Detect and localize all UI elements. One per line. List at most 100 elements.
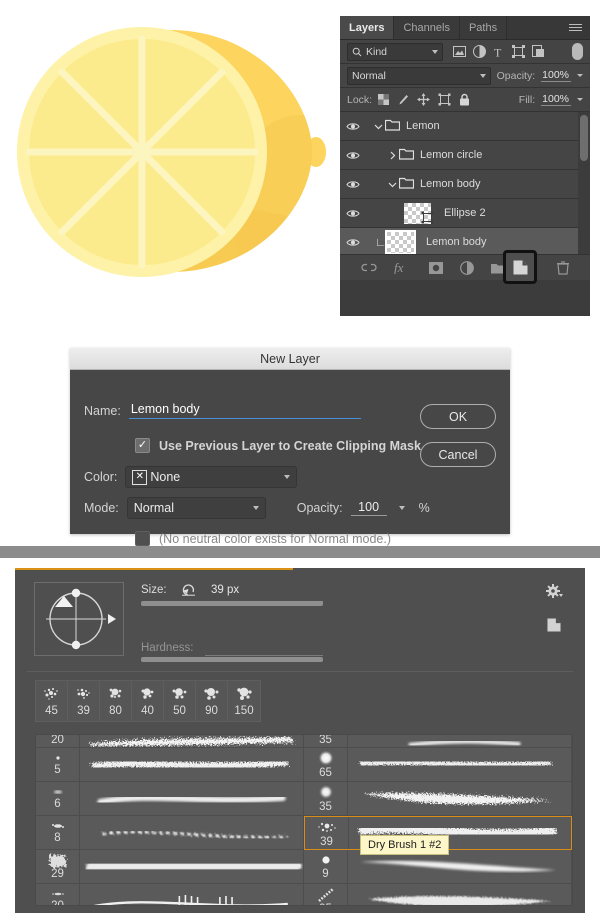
hardness-slider-track[interactable] (141, 657, 323, 662)
brush-list-item[interactable]: 20 (36, 884, 304, 905)
mode-field-row[interactable]: Mode: Normal Opacity: 100 % (84, 497, 430, 519)
adjustment-icon[interactable] (473, 45, 486, 58)
layer-name[interactable]: Lemon body (426, 236, 487, 248)
brush-list-right-column[interactable]: 35 65 35 39 9 (304, 735, 572, 905)
brush-settings-header[interactable]: Size: 39 px Hardness: (15, 568, 585, 668)
layer-thumbnail[interactable] (404, 202, 434, 224)
recent-size-item[interactable]: 80 (100, 681, 132, 721)
transparent-pixels-icon[interactable] (378, 94, 390, 105)
size-slider-track[interactable] (141, 601, 323, 606)
shape-icon[interactable] (512, 45, 525, 58)
brush-list-item[interactable]: 9 (304, 850, 572, 884)
brush-list-item[interactable]: 95 (304, 884, 572, 905)
gear-icon[interactable] (546, 584, 563, 602)
color-field-row[interactable]: Color: ✕ None (84, 466, 298, 488)
tab-channels[interactable]: Channels (394, 16, 460, 39)
filter-toggle-pill[interactable] (572, 43, 583, 60)
layer-name-input[interactable] (128, 402, 361, 419)
eye-icon[interactable] (340, 151, 366, 160)
smart-object-icon[interactable] (532, 45, 545, 58)
ok-button[interactable]: OK (420, 404, 496, 429)
mode-select[interactable]: Normal (126, 497, 266, 519)
delete-layer-icon[interactable] (557, 260, 569, 275)
fill-chevron-down-icon[interactable] (577, 98, 583, 101)
layers-panel[interactable]: Layers Channels Paths Kind T Normal Opac… (340, 16, 590, 316)
lock-all-icon[interactable] (459, 93, 470, 106)
layer-mask-icon[interactable] (429, 261, 443, 274)
chevron-down-icon[interactable] (432, 49, 438, 54)
layer-name[interactable]: Lemon circle (420, 149, 482, 161)
recent-size-item[interactable]: 40 (132, 681, 164, 721)
eye-icon[interactable] (340, 122, 366, 131)
brush-tip-angle-preview[interactable] (34, 582, 124, 656)
chevron-down-icon[interactable] (284, 475, 291, 479)
brush-preset-list[interactable]: 20 5 6 8 29 20 35 65 35 39 9 (35, 734, 573, 906)
layer-row[interactable]: Ellipse 2 (340, 199, 590, 228)
panel-tab-bar[interactable]: Layers Channels Paths (340, 16, 590, 40)
eye-icon[interactable] (340, 180, 366, 189)
cancel-button[interactable]: Cancel (420, 442, 496, 467)
opacity-input[interactable]: 100 (350, 500, 387, 516)
recent-size-item[interactable]: 90 (196, 681, 228, 721)
lock-row[interactable]: Lock: Fill: 100% (340, 88, 590, 112)
brush-list-left-column[interactable]: 20 5 6 8 29 20 (36, 735, 304, 905)
layer-row[interactable]: ∟ Lemon body (340, 228, 590, 254)
fill-value[interactable]: 100% (541, 93, 571, 106)
adjustment-layer-icon[interactable] (460, 260, 474, 275)
new-layer-icon[interactable] (503, 250, 537, 284)
new-brush-preset-icon[interactable] (547, 618, 561, 635)
layer-name[interactable]: Lemon (406, 120, 440, 132)
eye-icon[interactable] (340, 238, 366, 247)
clipping-mask-row[interactable]: ✓ Use Previous Layer to Create Clipping … (135, 438, 421, 453)
image-pixels-icon[interactable] (397, 94, 409, 106)
color-select[interactable]: ✕ None (125, 466, 298, 488)
tab-layers[interactable]: Layers (340, 16, 395, 39)
chevron-down-icon[interactable] (479, 73, 486, 78)
position-icon[interactable] (417, 93, 431, 106)
brush-list-item[interactable]: 65 (304, 748, 572, 782)
eye-icon[interactable] (340, 209, 366, 218)
disclosure-triangle-closed-icon[interactable] (386, 151, 399, 160)
brush-preset-picker-panel[interactable]: Size: 39 px Hardness: 45 39 80 40 50 90 … (15, 568, 585, 913)
layer-thumbnail[interactable] (385, 229, 416, 254)
blend-mode-select[interactable]: Normal (347, 66, 491, 85)
opacity-chevron-down-icon[interactable] (398, 506, 405, 510)
brush-list-item[interactable]: 6 (36, 782, 304, 816)
recent-size-item[interactable]: 39 (68, 681, 100, 721)
size-slider-knob[interactable] (55, 596, 73, 607)
layer-name[interactable]: Lemon body (420, 178, 481, 190)
size-value[interactable]: 39 px (211, 584, 239, 596)
image-icon[interactable] (453, 46, 466, 57)
hamburger-menu-icon[interactable] (561, 16, 590, 39)
recent-size-item[interactable]: 50 (164, 681, 196, 721)
artboard-nesting-icon[interactable] (438, 93, 451, 106)
clipping-mask-checkbox[interactable]: ✓ (135, 438, 150, 453)
brush-list-item[interactable]: 35 (304, 735, 572, 748)
layer-row[interactable]: Lemon (340, 112, 590, 141)
chevron-down-icon[interactable] (252, 506, 259, 510)
brush-list-item[interactable]: 5 (36, 748, 304, 782)
blend-mode-row[interactable]: Normal Opacity: 100% (340, 64, 590, 88)
layer-style-fx-icon[interactable]: fx (394, 261, 412, 274)
disclosure-triangle-open-icon[interactable] (372, 122, 385, 131)
opacity-chevron-down-icon[interactable] (577, 74, 583, 77)
type-icon[interactable]: T (493, 46, 505, 58)
layer-row[interactable]: Lemon body (340, 170, 590, 199)
layer-list-scrollbar[interactable] (580, 115, 588, 161)
link-layers-icon[interactable] (361, 263, 377, 272)
brush-list-item[interactable]: 8 (36, 816, 304, 850)
name-field-row[interactable]: Name: (84, 402, 361, 419)
recent-size-item[interactable]: 45 (36, 681, 68, 721)
opacity-value[interactable]: 100% (541, 69, 571, 82)
reset-arrow-icon[interactable] (181, 583, 196, 599)
disclosure-triangle-open-icon[interactable] (386, 180, 399, 189)
layer-list[interactable]: Lemon Lemon circle Lemon body Ellipse 2 … (340, 112, 590, 254)
recent-brush-sizes[interactable]: 45 39 80 40 50 90 150 (35, 680, 261, 722)
layers-panel-footer[interactable]: fx (340, 250, 590, 284)
tab-paths[interactable]: Paths (459, 16, 508, 39)
layer-row[interactable]: Lemon circle (340, 141, 590, 170)
brush-list-item[interactable]: 20 (36, 735, 304, 748)
layer-filter-row[interactable]: Kind T (340, 40, 590, 64)
brush-list-item[interactable]: 29 (36, 850, 304, 884)
layer-name[interactable]: Ellipse 2 (444, 207, 486, 219)
